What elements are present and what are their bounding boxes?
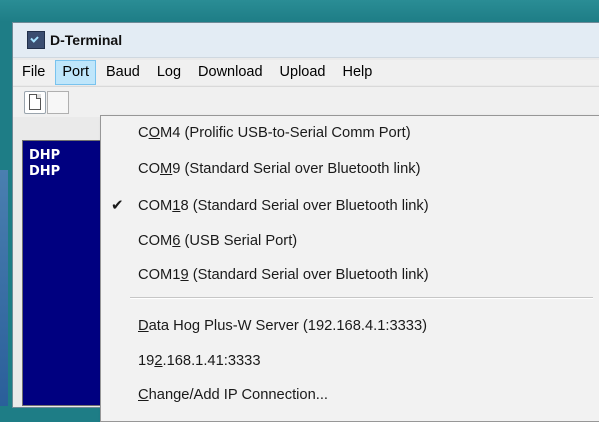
toolbar-button[interactable] <box>47 91 69 114</box>
menu-item-com4[interactable]: COM4 (Prolific USB-to-Serial Comm Port) <box>101 118 599 148</box>
menu-item-com9[interactable]: COM9 (Standard Serial over Bluetooth lin… <box>101 154 599 184</box>
menu-baud[interactable]: Baud <box>99 60 147 85</box>
menu-upload[interactable]: Upload <box>273 60 333 85</box>
menu-bar: File Port Baud Log Download Upload Help <box>13 60 599 85</box>
menu-help[interactable]: Help <box>336 60 380 85</box>
menu-item-com18[interactable]: ✔ COM18 (Standard Serial over Bluetooth … <box>101 191 599 221</box>
port-dropdown-menu: COM4 (Prolific USB-to-Serial Comm Port) … <box>100 115 599 422</box>
menu-item-com19[interactable]: COM19 (Standard Serial over Bluetooth li… <box>101 260 599 290</box>
menu-separator <box>130 297 593 299</box>
menu-item-com6[interactable]: COM6 (USB Serial Port) <box>101 226 599 256</box>
new-file-icon <box>29 94 41 110</box>
menu-item-ip-connection[interactable]: 192.168.1.41:3333 <box>101 346 599 376</box>
title-bar[interactable]: D-Terminal <box>13 23 599 58</box>
window-title: D-Terminal <box>50 32 123 48</box>
new-file-button[interactable] <box>24 91 46 114</box>
desktop-edge <box>0 170 8 406</box>
app-window: D-Terminal File Port Baud Log Download U… <box>12 22 599 422</box>
checkmark-icon: ✔ <box>111 196 124 214</box>
toolbar <box>13 86 599 117</box>
menu-download[interactable]: Download <box>191 60 270 85</box>
terminal-app-icon <box>27 31 45 49</box>
menu-file[interactable]: File <box>15 60 52 85</box>
desktop-background <box>0 0 599 22</box>
menu-item-data-hog-server[interactable]: Data Hog Plus-W Server (192.168.4.1:3333… <box>101 311 599 341</box>
menu-port[interactable]: Port <box>55 60 96 85</box>
menu-log[interactable]: Log <box>150 60 188 85</box>
